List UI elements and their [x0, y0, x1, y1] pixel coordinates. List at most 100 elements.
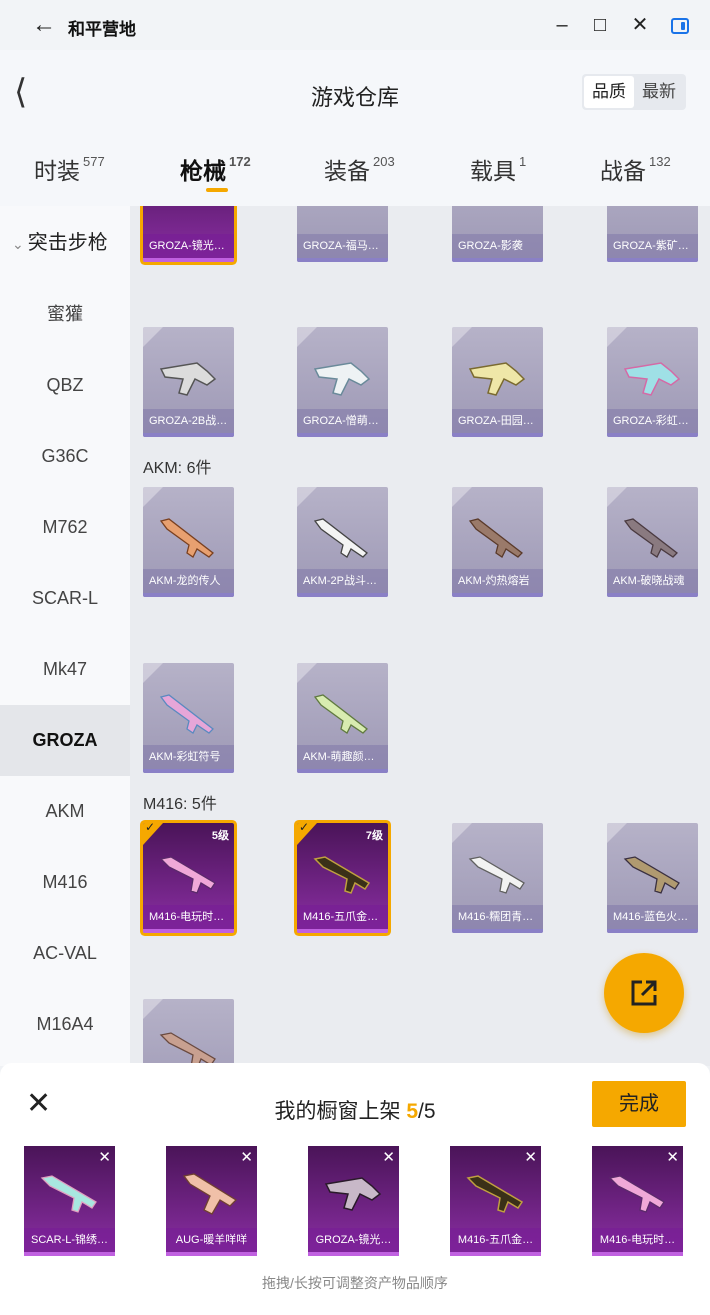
- rifle-icon: [159, 518, 214, 558]
- showcase-item[interactable]: ✕ M416-五爪金…: [450, 1146, 541, 1256]
- sidebar-item-m416[interactable]: M416: [0, 847, 130, 918]
- item-card[interactable]: M416-糯团青…: [452, 823, 543, 933]
- section-label-m416: M416: 5件: [143, 796, 217, 813]
- section-label-akm: AKM: 6件: [143, 460, 212, 477]
- item-card[interactable]: AKM-2P战斗…: [297, 487, 388, 597]
- external-link-icon: [631, 980, 657, 1006]
- item-card[interactable]: ✓ GROZA-镜光…: [143, 206, 234, 262]
- rifle-icon: [182, 1173, 238, 1215]
- item-card[interactable]: AKM-萌趣颜…: [297, 663, 388, 773]
- item-grid: ✓ GROZA-镜光… GROZA-福马… GROZA-影袭 GROZA-紫矿……: [130, 206, 710, 1066]
- item-name: GROZA-镜光…: [143, 234, 234, 258]
- corner-marker: [143, 327, 163, 347]
- sidebar-toggle-icon[interactable]: [668, 12, 692, 38]
- item-card[interactable]: GROZA-憎萌…: [297, 327, 388, 437]
- tab-label: 战备: [600, 158, 646, 184]
- item-name: GROZA-憎萌…: [297, 409, 388, 433]
- rifle-icon: [466, 1175, 524, 1213]
- item-card[interactable]: GROZA-紫矿…: [607, 206, 698, 262]
- tab-label: 时装: [34, 158, 80, 184]
- item-name: AKM-破晓战魂: [607, 569, 698, 593]
- item-name: GROZA-紫矿…: [607, 234, 698, 258]
- rifle-icon: [468, 518, 523, 558]
- rifle-icon: [608, 1175, 665, 1213]
- rifle-icon: [468, 362, 526, 396]
- app-title: 和平营地: [68, 20, 136, 39]
- sidebar-item-g36c[interactable]: G36C: [0, 421, 130, 492]
- item-card[interactable]: AKM-龙的传人: [143, 487, 234, 597]
- sidebar-item-akm[interactable]: AKM: [0, 776, 130, 847]
- item-card[interactable]: GROZA-田园…: [452, 327, 543, 437]
- maximize-icon[interactable]: □: [588, 12, 612, 38]
- item-card[interactable]: GROZA-影袭: [452, 206, 543, 262]
- sidebar-item-ac-val[interactable]: AC-VAL: [0, 918, 130, 989]
- item-card[interactable]: M416-蓝色火…: [607, 823, 698, 933]
- tab-underline: [206, 188, 228, 192]
- item-card[interactable]: GROZA-2B战…: [143, 327, 234, 437]
- item-name: GROZA-田园…: [452, 409, 543, 433]
- item-name: GROZA-彩虹…: [607, 409, 698, 433]
- sort-option-newest[interactable]: 最新: [634, 76, 684, 108]
- tab-count: 172: [229, 154, 251, 169]
- item-name: GROZA-影袭: [452, 234, 543, 258]
- weapon-sidebar: ⌄ 突击步枪 蜜獾 QBZ G36C M762 SCAR-L Mk47 GROZA…: [0, 206, 130, 1066]
- sidebar-item-m762[interactable]: M762: [0, 492, 130, 563]
- corner-marker: [607, 327, 627, 347]
- showcase-item[interactable]: ✕ AUG-暖羊咩咩: [166, 1146, 257, 1256]
- showcase-item[interactable]: ✕ SCAR-L-锦绣…: [24, 1146, 115, 1256]
- tab-equipment[interactable]: 装备 203: [324, 152, 395, 186]
- chevron-down-icon: ⌄: [12, 236, 24, 252]
- tab-supplies[interactable]: 战备 132: [600, 152, 671, 186]
- item-card[interactable]: [143, 999, 234, 1066]
- showcase-item[interactable]: ✕ M416-电玩时…: [592, 1146, 683, 1256]
- item-card[interactable]: AKM-破晓战魂: [607, 487, 698, 597]
- sidebar-group-assault-rifles[interactable]: ⌄ 突击步枪: [0, 208, 130, 279]
- share-button[interactable]: [604, 953, 684, 1033]
- corner-marker: [607, 487, 627, 507]
- item-name: GROZA-2B战…: [143, 409, 234, 433]
- item-card[interactable]: ✓ 7级 M416-五爪金…: [297, 823, 388, 933]
- sidebar-item-qbz[interactable]: QBZ: [0, 350, 130, 421]
- corner-marker: [297, 663, 317, 683]
- rifle-icon: [623, 518, 678, 558]
- sidebar-item-scar-l[interactable]: SCAR-L: [0, 563, 130, 634]
- sidebar-item-m16a4[interactable]: M16A4: [0, 989, 130, 1060]
- showcase-total: /5: [418, 1100, 436, 1123]
- item-card[interactable]: ✓ 5级 M416-电玩时…: [143, 823, 234, 933]
- rifle-icon: [159, 1032, 216, 1066]
- tab-vehicles[interactable]: 载具 1: [470, 152, 526, 186]
- item-name: M416-电玩时…: [592, 1228, 683, 1252]
- done-button[interactable]: 完成: [592, 1081, 686, 1127]
- item-name: M416-五爪金…: [297, 905, 388, 929]
- corner-marker: [452, 327, 472, 347]
- rifle-icon: [623, 856, 680, 894]
- item-name: SCAR-L-锦绣…: [24, 1228, 115, 1252]
- rifle-icon: [313, 856, 371, 894]
- tab-label: 枪械: [180, 158, 226, 184]
- corner-marker: [143, 999, 163, 1019]
- sort-option-quality[interactable]: 品质: [584, 76, 634, 108]
- corner-marker: [297, 327, 317, 347]
- item-name: M416-糯团青…: [452, 905, 543, 929]
- tab-count: 203: [373, 154, 395, 169]
- showcase-title-text: 我的橱窗上架: [274, 1100, 407, 1123]
- close-window-icon[interactable]: ✕: [628, 12, 652, 38]
- sort-toggle[interactable]: 品质 最新: [582, 74, 686, 110]
- tab-count: 577: [83, 154, 105, 169]
- rifle-icon: [159, 694, 214, 734]
- item-card[interactable]: GROZA-彩虹…: [607, 327, 698, 437]
- item-card[interactable]: GROZA-福马…: [297, 206, 388, 262]
- sidebar-item-honey-badger[interactable]: 蜜獾: [0, 279, 130, 350]
- arrow-left-icon[interactable]: ←: [32, 12, 56, 38]
- item-card[interactable]: AKM-彩虹符号: [143, 663, 234, 773]
- sidebar-item-mk47[interactable]: Mk47: [0, 634, 130, 705]
- item-name: GROZA-镜光…: [308, 1228, 399, 1252]
- tab-fashion[interactable]: 时装 577: [34, 152, 105, 186]
- item-card[interactable]: AKM-灼热熔岩: [452, 487, 543, 597]
- rifle-icon: [313, 694, 368, 734]
- minimize-icon[interactable]: –: [550, 12, 574, 38]
- rifle-icon: [324, 1177, 382, 1211]
- showcase-item[interactable]: ✕ GROZA-镜光…: [308, 1146, 399, 1256]
- sidebar-item-groza[interactable]: GROZA: [0, 705, 130, 776]
- tab-guns[interactable]: 枪械 172: [180, 152, 251, 192]
